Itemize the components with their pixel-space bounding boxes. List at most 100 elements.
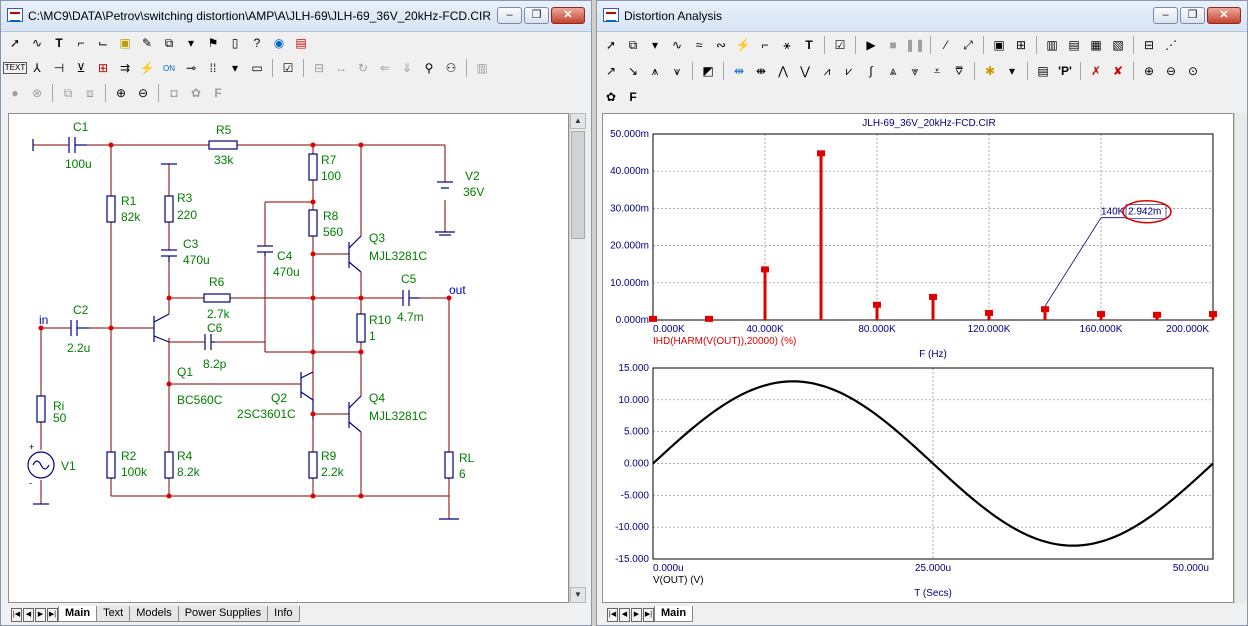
layout4-icon[interactable]: ▧ <box>1108 35 1128 55</box>
select-mode-icon[interactable]: ➚ <box>5 33 25 53</box>
a-cursor-icon[interactable]: ⌐ <box>755 35 775 55</box>
cursor-right-icon[interactable]: ↘ <box>623 61 643 81</box>
pin-icon[interactable]: ▯ <box>225 33 245 53</box>
paste-icon[interactable]: ⧈ <box>80 83 100 103</box>
a-wave3-icon[interactable]: ∾ <box>711 35 731 55</box>
node-numbers-icon[interactable]: ⅄ <box>27 58 47 78</box>
a-dropdown-icon[interactable]: ▾ <box>645 35 665 55</box>
zoom-in-icon[interactable]: ⊕ <box>111 83 131 103</box>
a-properties-icon[interactable]: ☑ <box>830 35 850 55</box>
binoculars-icon[interactable]: ⚇ <box>441 58 461 78</box>
global-high-icon[interactable]: ⩓ <box>883 61 903 81</box>
animate-icon[interactable]: ◩ <box>698 61 718 81</box>
grid-text-icon[interactable]: ⊞ <box>93 58 113 78</box>
a-font-icon[interactable]: F <box>623 87 643 107</box>
layout5-icon[interactable]: ⊟ <box>1139 35 1159 55</box>
flip-y-icon[interactable]: ⇓ <box>397 58 417 78</box>
last-tab-icon[interactable]: ▶| <box>47 608 58 622</box>
grid-icon[interactable]: ⁞⁞ <box>203 58 223 78</box>
valley-icon[interactable]: ⋁ <box>795 61 815 81</box>
a-first-tab-icon[interactable]: |◀ <box>607 608 618 622</box>
layout3-icon[interactable]: ▦ <box>1086 35 1106 55</box>
tab-analysis-main[interactable]: Main <box>654 606 694 622</box>
dropdown-icon[interactable]: ▾ <box>181 33 201 53</box>
a-component-icon[interactable]: ⧉ <box>623 35 643 55</box>
tab-text[interactable]: Text <box>96 606 131 622</box>
pin-connection-icon[interactable]: ⊣ <box>49 58 69 78</box>
first-tab-icon[interactable]: |◀ <box>11 608 22 622</box>
diagonal-wire-icon[interactable]: ⌙ <box>93 33 113 53</box>
page-icon[interactable]: ▥ <box>472 58 492 78</box>
tag-right-icon[interactable]: ✘ <box>1108 61 1128 81</box>
rotate-icon[interactable]: ↻ <box>353 58 373 78</box>
data-points-icon[interactable]: ⋰ <box>1161 35 1181 55</box>
prev-point-icon[interactable]: ⇼ <box>751 61 771 81</box>
scroll-thumb[interactable] <box>571 131 585 239</box>
flip-x-icon[interactable]: ⇐ <box>375 58 395 78</box>
next-tab-icon[interactable]: ▶ <box>35 608 46 622</box>
a-zoom-fit-icon[interactable]: ⊙ <box>1183 61 1203 81</box>
analysis-close-button[interactable]: ✕ <box>1207 7 1241 24</box>
mirror-icon[interactable]: ⊟ <box>309 58 329 78</box>
current-flow-icon[interactable]: ⇉ <box>115 58 135 78</box>
high-icon[interactable]: ⩘ <box>817 61 837 81</box>
schematic-canvas[interactable]: C1 100u R5 33k V2 36V R7 100 R1 82k R3 2… <box>8 113 569 603</box>
copy-icon[interactable]: ⧉ <box>58 83 78 103</box>
dropdown3-icon[interactable]: ▾ <box>1002 61 1022 81</box>
text-mode-icon[interactable]: T <box>49 33 69 53</box>
stop-run-icon[interactable]: ■ <box>883 35 903 55</box>
tab-main[interactable]: Main <box>58 606 98 622</box>
model-icon[interactable]: ◉ <box>269 33 289 53</box>
palette2-icon[interactable]: ✱ <box>980 61 1000 81</box>
border-icon[interactable]: ▭ <box>247 58 267 78</box>
a-text-icon[interactable]: T <box>799 35 819 55</box>
font-icon[interactable]: F <box>208 83 228 103</box>
restore-button[interactable]: ❐ <box>524 7 549 24</box>
a-wave-icon[interactable]: ∿ <box>667 35 687 55</box>
p-key-icon[interactable]: 'P' <box>1055 61 1075 81</box>
a-next-tab-icon[interactable]: ▶ <box>631 608 642 622</box>
tab-models[interactable]: Models <box>129 606 179 622</box>
cursor-left-icon[interactable]: ↗ <box>601 61 621 81</box>
wire-mode-icon[interactable]: ∿ <box>27 33 47 53</box>
settings-icon[interactable]: ▤ <box>291 33 311 53</box>
plot-canvas[interactable]: JLH-69_36V_20kHz-FCD.CIR 0.000m 10.000m 20… <box>602 113 1234 603</box>
a-select-icon[interactable]: ➚ <box>601 35 621 55</box>
probe-icon[interactable]: ✎ <box>137 33 157 53</box>
step-icon[interactable]: ● <box>5 83 25 103</box>
cursor-valley-icon[interactable]: ⩛ <box>667 61 687 81</box>
a-zoom-in-icon[interactable]: ⊕ <box>1139 61 1159 81</box>
a-zoom-out-icon[interactable]: ⊖ <box>1161 61 1181 81</box>
prev-tab-icon[interactable]: ◀ <box>23 608 34 622</box>
connector-icon[interactable]: ⊸ <box>181 58 201 78</box>
properties-icon[interactable]: ☑ <box>278 58 298 78</box>
scroll-down-icon[interactable]: ▼ <box>570 587 586 603</box>
a-last-tab-icon[interactable]: ▶| <box>643 608 654 622</box>
analysis-titlebar[interactable]: Distortion Analysis – ❐ ✕ <box>597 1 1247 32</box>
analysis-restore-button[interactable]: ❐ <box>1180 7 1205 24</box>
component-icon[interactable]: ⧉ <box>159 33 179 53</box>
flag-icon[interactable]: ⚑ <box>203 33 223 53</box>
tag-left-icon[interactable]: ✗ <box>1086 61 1106 81</box>
dropdown2-icon[interactable]: ▾ <box>225 58 245 78</box>
frame-icon[interactable]: ▣ <box>989 35 1009 55</box>
a-probe-icon[interactable]: ⚡ <box>733 35 753 55</box>
run-icon[interactable]: ▶ <box>861 35 881 55</box>
scroll-up-icon[interactable]: ▲ <box>570 113 586 129</box>
schematic-vertical-scrollbar[interactable]: ▲ ▼ <box>569 113 586 603</box>
palette-icon[interactable]: ✿ <box>186 83 206 103</box>
flip-icon[interactable]: ↔ <box>331 58 351 78</box>
analysis-vertical-scrollbar[interactable] <box>1234 113 1247 603</box>
analysis-minimize-button[interactable]: – <box>1153 7 1178 24</box>
text-toggle-icon[interactable]: TEXT <box>2 58 28 78</box>
power-flow-icon[interactable]: ⚡ <box>137 58 157 78</box>
tab-power-supplies[interactable]: Power Supplies <box>177 606 269 622</box>
cursor-peak-icon[interactable]: ⩚ <box>645 61 665 81</box>
low-icon[interactable]: ⩗ <box>839 61 859 81</box>
orthogonal-wire-icon[interactable]: ⌐ <box>71 33 91 53</box>
camera-icon[interactable]: ◘ <box>164 83 184 103</box>
a-prev-tab-icon[interactable]: ◀ <box>619 608 630 622</box>
inflection-icon[interactable]: ∫ <box>861 61 881 81</box>
pause-icon[interactable]: ❚❚ <box>905 35 925 55</box>
layout2-icon[interactable]: ▤ <box>1064 35 1084 55</box>
